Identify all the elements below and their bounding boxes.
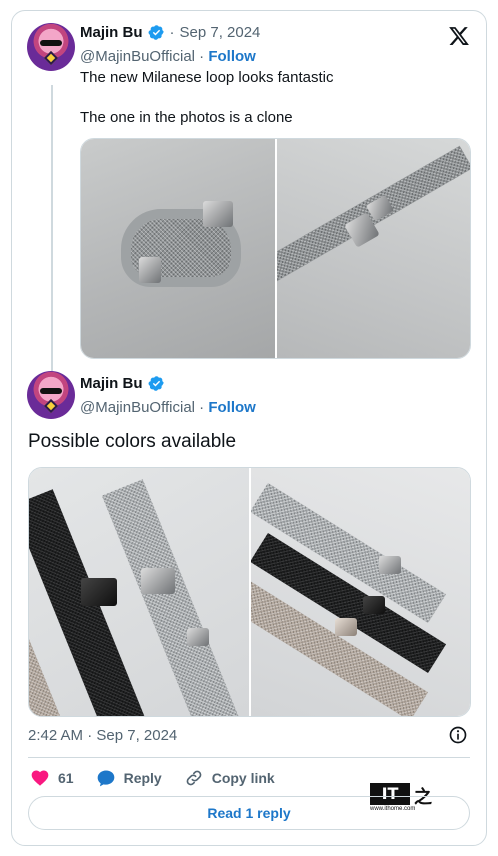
follow-button[interactable]: Follow (208, 48, 256, 65)
tweet-text: The one in the photos is a clone (80, 109, 293, 126)
avatar[interactable] (27, 371, 75, 419)
tweet-media (28, 467, 471, 717)
link-icon (186, 770, 202, 786)
verified-badge-icon (148, 25, 164, 40)
tweet-card: Majin Bu · Sep 7, 2024 @MajinBuOfficial … (11, 10, 487, 846)
tweet-media (80, 138, 471, 359)
photo-bands-closeup[interactable] (29, 468, 249, 716)
photo-watch-band-flat[interactable] (276, 139, 470, 358)
action-bar: 61 Reply Copy link (30, 768, 297, 788)
author-name[interactable]: Majin Bu (80, 24, 143, 41)
tweet-date[interactable]: Sep 7, 2024 (180, 24, 261, 41)
reply-label: Reply (123, 770, 162, 786)
divider (28, 757, 470, 758)
avatar[interactable] (27, 23, 75, 71)
follow-button[interactable]: Follow (208, 399, 256, 416)
author-row: Majin Bu (80, 375, 165, 392)
tweet-text: The new Milanese loop looks fantastic (80, 69, 334, 86)
like-count: 61 (58, 770, 74, 786)
copy-link-button[interactable]: Copy link (184, 768, 275, 788)
author-handle[interactable]: @MajinBuOfficial (80, 48, 195, 65)
handle-row: @MajinBuOfficial · Follow (80, 48, 256, 65)
copy-link-label: Copy link (211, 770, 275, 786)
tweet-text: Possible colors available (28, 431, 237, 452)
photo-bands-three-colors[interactable] (250, 468, 470, 716)
separator-dot: · (169, 24, 175, 41)
x-logo-icon[interactable] (448, 25, 470, 47)
read-reply-button[interactable]: Read 1 reply (28, 796, 470, 830)
tweet-timestamp[interactable]: 2:42 AM · Sep 7, 2024 (28, 727, 177, 744)
reply-icon (97, 770, 114, 787)
like-button[interactable]: 61 (30, 768, 74, 788)
author-row: Majin Bu · Sep 7, 2024 (80, 24, 260, 41)
heart-icon (31, 770, 49, 786)
author-handle[interactable]: @MajinBuOfficial (80, 399, 195, 416)
verified-badge-icon (148, 376, 164, 391)
reply-button[interactable]: Reply (96, 768, 162, 788)
author-name[interactable]: Majin Bu (80, 375, 143, 392)
separator-dot: · (199, 48, 205, 65)
info-icon[interactable] (448, 725, 468, 745)
separator-dot: · (199, 399, 205, 416)
thread-connector-line (51, 85, 53, 377)
photo-watch-band-coiled[interactable] (81, 139, 275, 358)
handle-row: @MajinBuOfficial · Follow (80, 399, 256, 416)
